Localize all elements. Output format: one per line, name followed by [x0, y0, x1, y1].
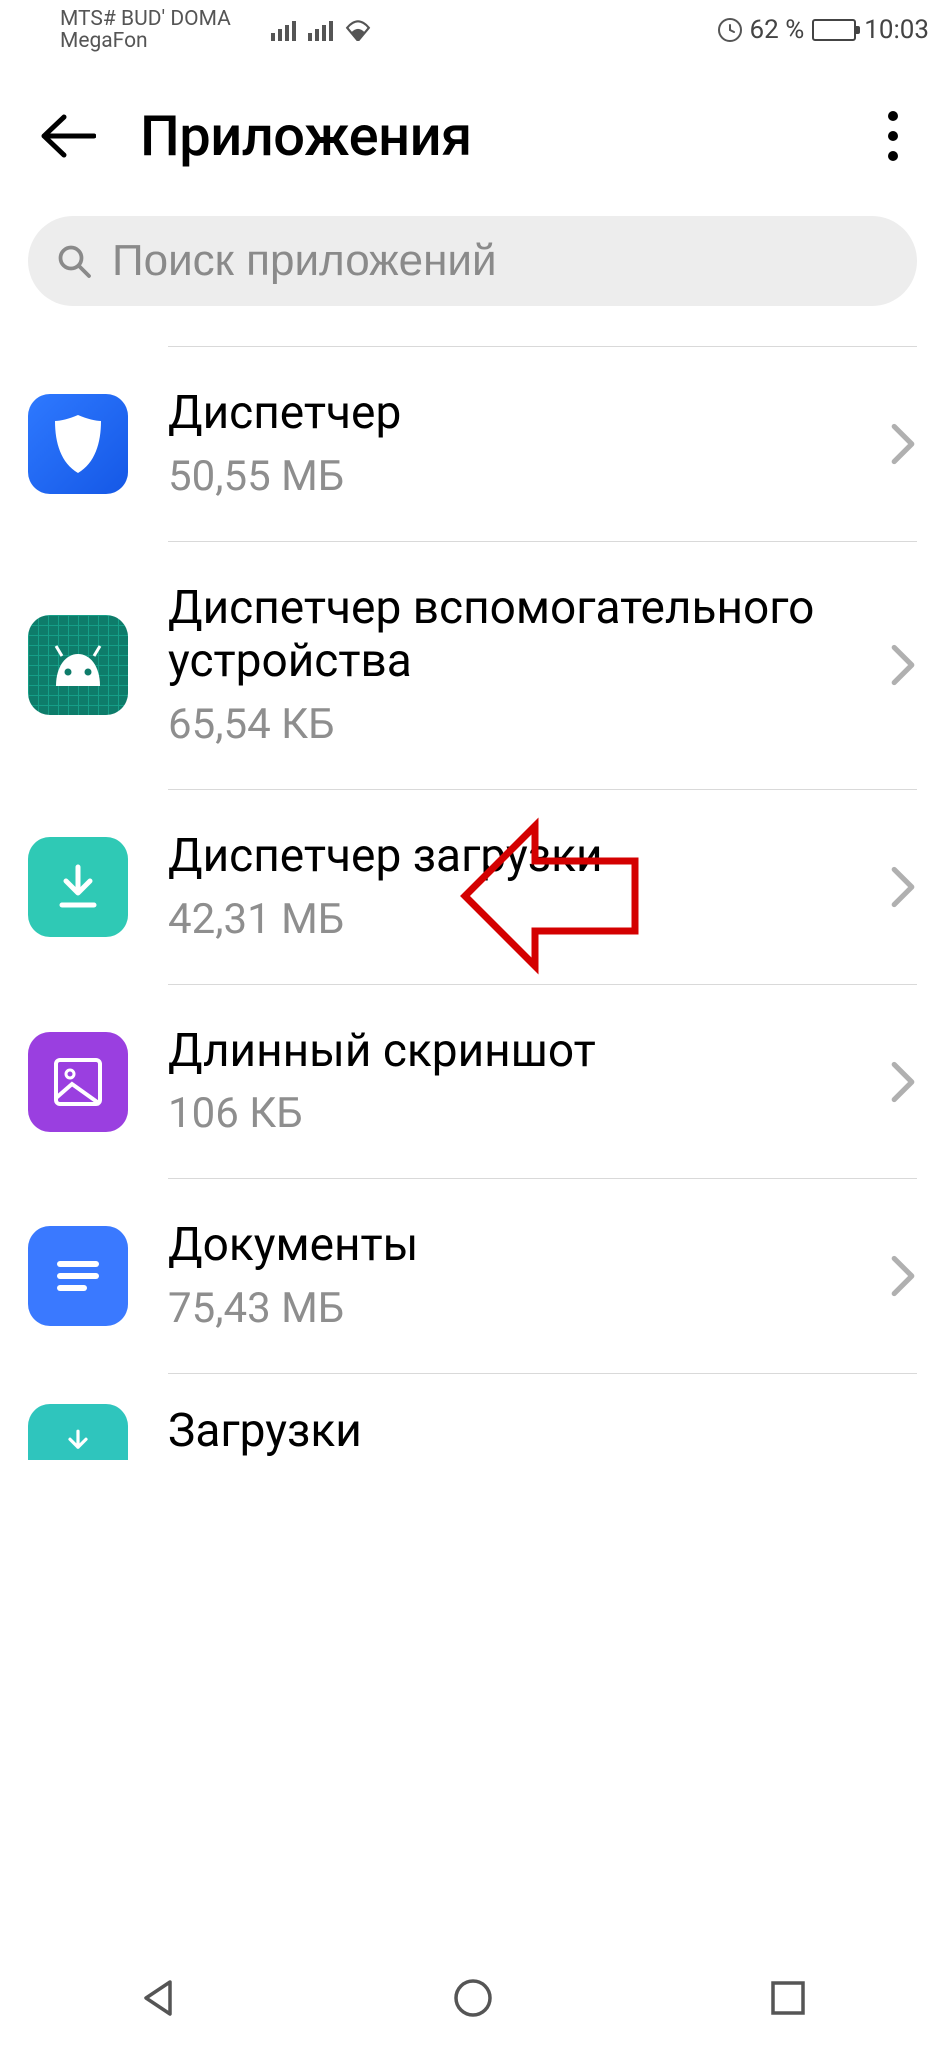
data-saver-icon — [718, 18, 742, 42]
document-lines-icon — [54, 1256, 102, 1296]
chevron-right-icon — [889, 1060, 917, 1104]
chevron-right-icon — [889, 643, 917, 687]
carrier-secondary: MegaFon — [60, 30, 231, 52]
app-icon-documents — [28, 1226, 128, 1326]
nav-home-button[interactable] — [443, 1968, 503, 2028]
app-size-label: 75,43 МБ — [168, 1284, 859, 1333]
search-field[interactable] — [28, 216, 917, 306]
app-icon-downloads — [28, 1404, 128, 1460]
app-row-download-manager[interactable]: Диспетчер загрузки 42,31 МБ — [0, 790, 945, 984]
back-arrow-icon — [40, 113, 96, 159]
battery-icon — [812, 19, 856, 41]
app-size-label: 42,31 МБ — [168, 895, 859, 944]
app-icon-screenshot — [28, 1032, 128, 1132]
status-right: 62 % 10:03 — [718, 15, 929, 45]
chevron-right-icon — [889, 422, 917, 466]
overflow-menu-button[interactable] — [869, 106, 917, 166]
app-name-label: Диспетчер — [168, 387, 859, 440]
circle-home-icon — [451, 1976, 495, 2020]
app-name-label: Длинный скриншот — [168, 1025, 859, 1078]
app-size-label: 106 КБ — [168, 1089, 859, 1138]
app-row-long-screenshot[interactable]: Длинный скриншот 106 КБ — [0, 985, 945, 1179]
search-icon — [56, 243, 92, 279]
chevron-right-icon — [889, 1254, 917, 1298]
carrier-primary: MTS# BUD' DOMA — [60, 8, 231, 30]
app-list: Диспетчер 50,55 МБ Диспетчер вспомогател… — [0, 346, 945, 1484]
signal-icons — [271, 19, 371, 41]
nav-back-button[interactable] — [128, 1968, 188, 2028]
status-bar: MTS# BUD' DOMA MegaFon 62 % 10:03 — [0, 0, 945, 56]
app-name-label: Диспетчер загрузки — [168, 830, 859, 883]
clock: 10:03 — [864, 15, 929, 45]
page-title: Приложения — [140, 103, 472, 169]
app-icon-shield — [28, 394, 128, 494]
back-button[interactable] — [28, 96, 108, 176]
wifi-icon — [345, 19, 371, 41]
app-icon-android — [28, 615, 128, 715]
carriers: MTS# BUD' DOMA MegaFon — [60, 8, 231, 52]
app-name-label: Диспетчер вспомогательного устройства — [168, 582, 859, 688]
app-size-label: 65,54 КБ — [168, 700, 859, 749]
app-name-label: Загрузки — [168, 1404, 362, 1458]
shield-icon — [51, 413, 105, 475]
app-row-dispatcher[interactable]: Диспетчер 50,55 МБ — [0, 347, 945, 541]
android-icon — [46, 644, 110, 686]
image-icon — [50, 1054, 106, 1110]
signal-bars-2-icon — [308, 21, 333, 41]
app-name-label: Документы — [168, 1219, 859, 1272]
download-icon — [58, 1428, 98, 1460]
app-row-downloads[interactable]: Загрузки — [0, 1374, 945, 1484]
app-row-companion-device-manager[interactable]: Диспетчер вспомогательного устройства 65… — [0, 542, 945, 789]
chevron-right-icon — [889, 865, 917, 909]
signal-bars-1-icon — [271, 21, 296, 41]
app-icon-download — [28, 837, 128, 937]
search-wrap — [0, 216, 945, 336]
search-input[interactable] — [112, 236, 889, 286]
navigation-bar — [0, 1948, 945, 2048]
battery-percent: 62 % — [750, 15, 805, 45]
app-bar: Приложения — [0, 56, 945, 216]
app-row-documents[interactable]: Документы 75,43 МБ — [0, 1179, 945, 1373]
app-size-label: 50,55 МБ — [168, 452, 859, 501]
nav-recents-button[interactable] — [758, 1968, 818, 2028]
square-recents-icon — [768, 1978, 808, 2018]
more-vert-icon — [888, 111, 898, 121]
download-icon — [54, 863, 102, 911]
triangle-back-icon — [136, 1976, 180, 2020]
